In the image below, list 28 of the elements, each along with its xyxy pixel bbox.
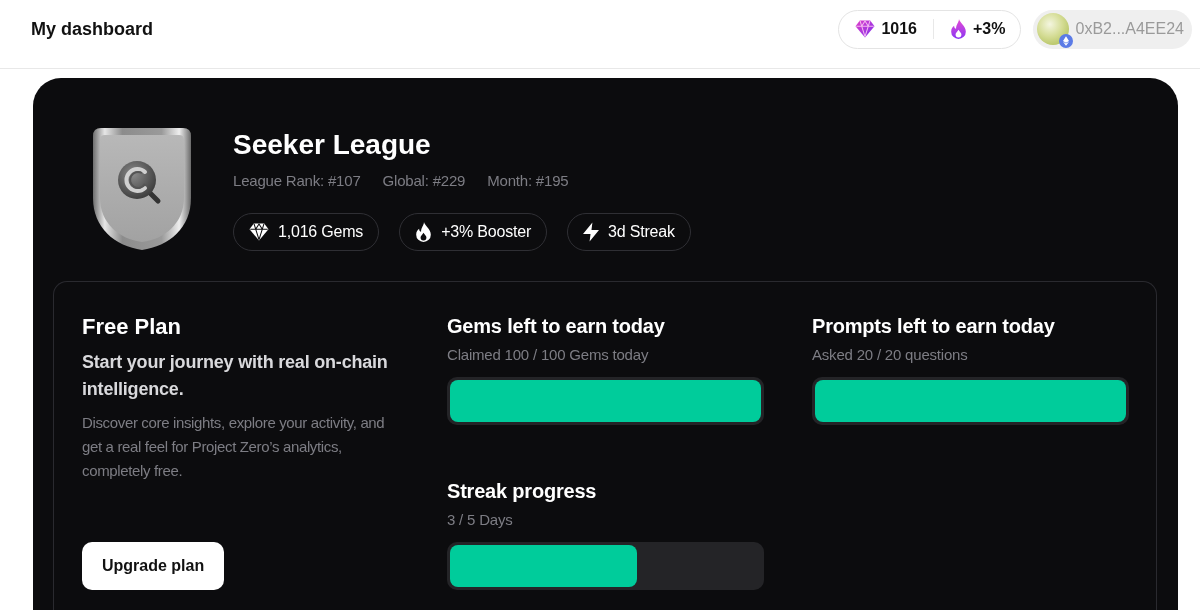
metric-title: Gems left to earn today [447,314,666,339]
chip-label: 3d Streak [608,223,675,241]
metric-caption: Claimed 100 / 100 Gems today [447,345,650,365]
metric-caption: 3 / 5 Days [447,510,514,530]
flame-icon [415,222,433,242]
metric-caption: Asked 20 / 20 questions [812,345,969,365]
league-title: Seeker League [233,129,432,161]
avatar-icon [1037,13,1070,45]
network-badge-icon [1059,34,1074,48]
rank-text: League Rank: #107 [233,171,361,191]
gem-count: 1016 [881,20,917,38]
plan-tagline: Start your journey with real on-chain intelligence. [82,351,389,401]
gem-icon [249,223,269,241]
page-title: My dashboard [31,18,154,41]
rank-text: Global: #229 [382,171,466,191]
shield-badge-icon [93,128,191,250]
plan-description: Discover core insights, explore your activity, and get a real feel for Project Zero’s analytics, completely free. [82,413,386,481]
metric-title: Streak progress [447,479,598,504]
lightning-icon [583,222,600,242]
plan-title: Free Plan [82,313,183,341]
flame-icon [950,19,967,39]
chip-label: 1,016 Gems [278,223,364,241]
upgrade-plan-button[interactable]: Upgrade plan [82,542,225,590]
gem-icon [855,20,876,38]
metric-title: Prompts left to earn today [812,314,1056,339]
rank-text: Month: #195 [487,171,569,191]
booster-value: +3% [973,20,1006,38]
chip-label: +3% Booster [441,223,532,241]
